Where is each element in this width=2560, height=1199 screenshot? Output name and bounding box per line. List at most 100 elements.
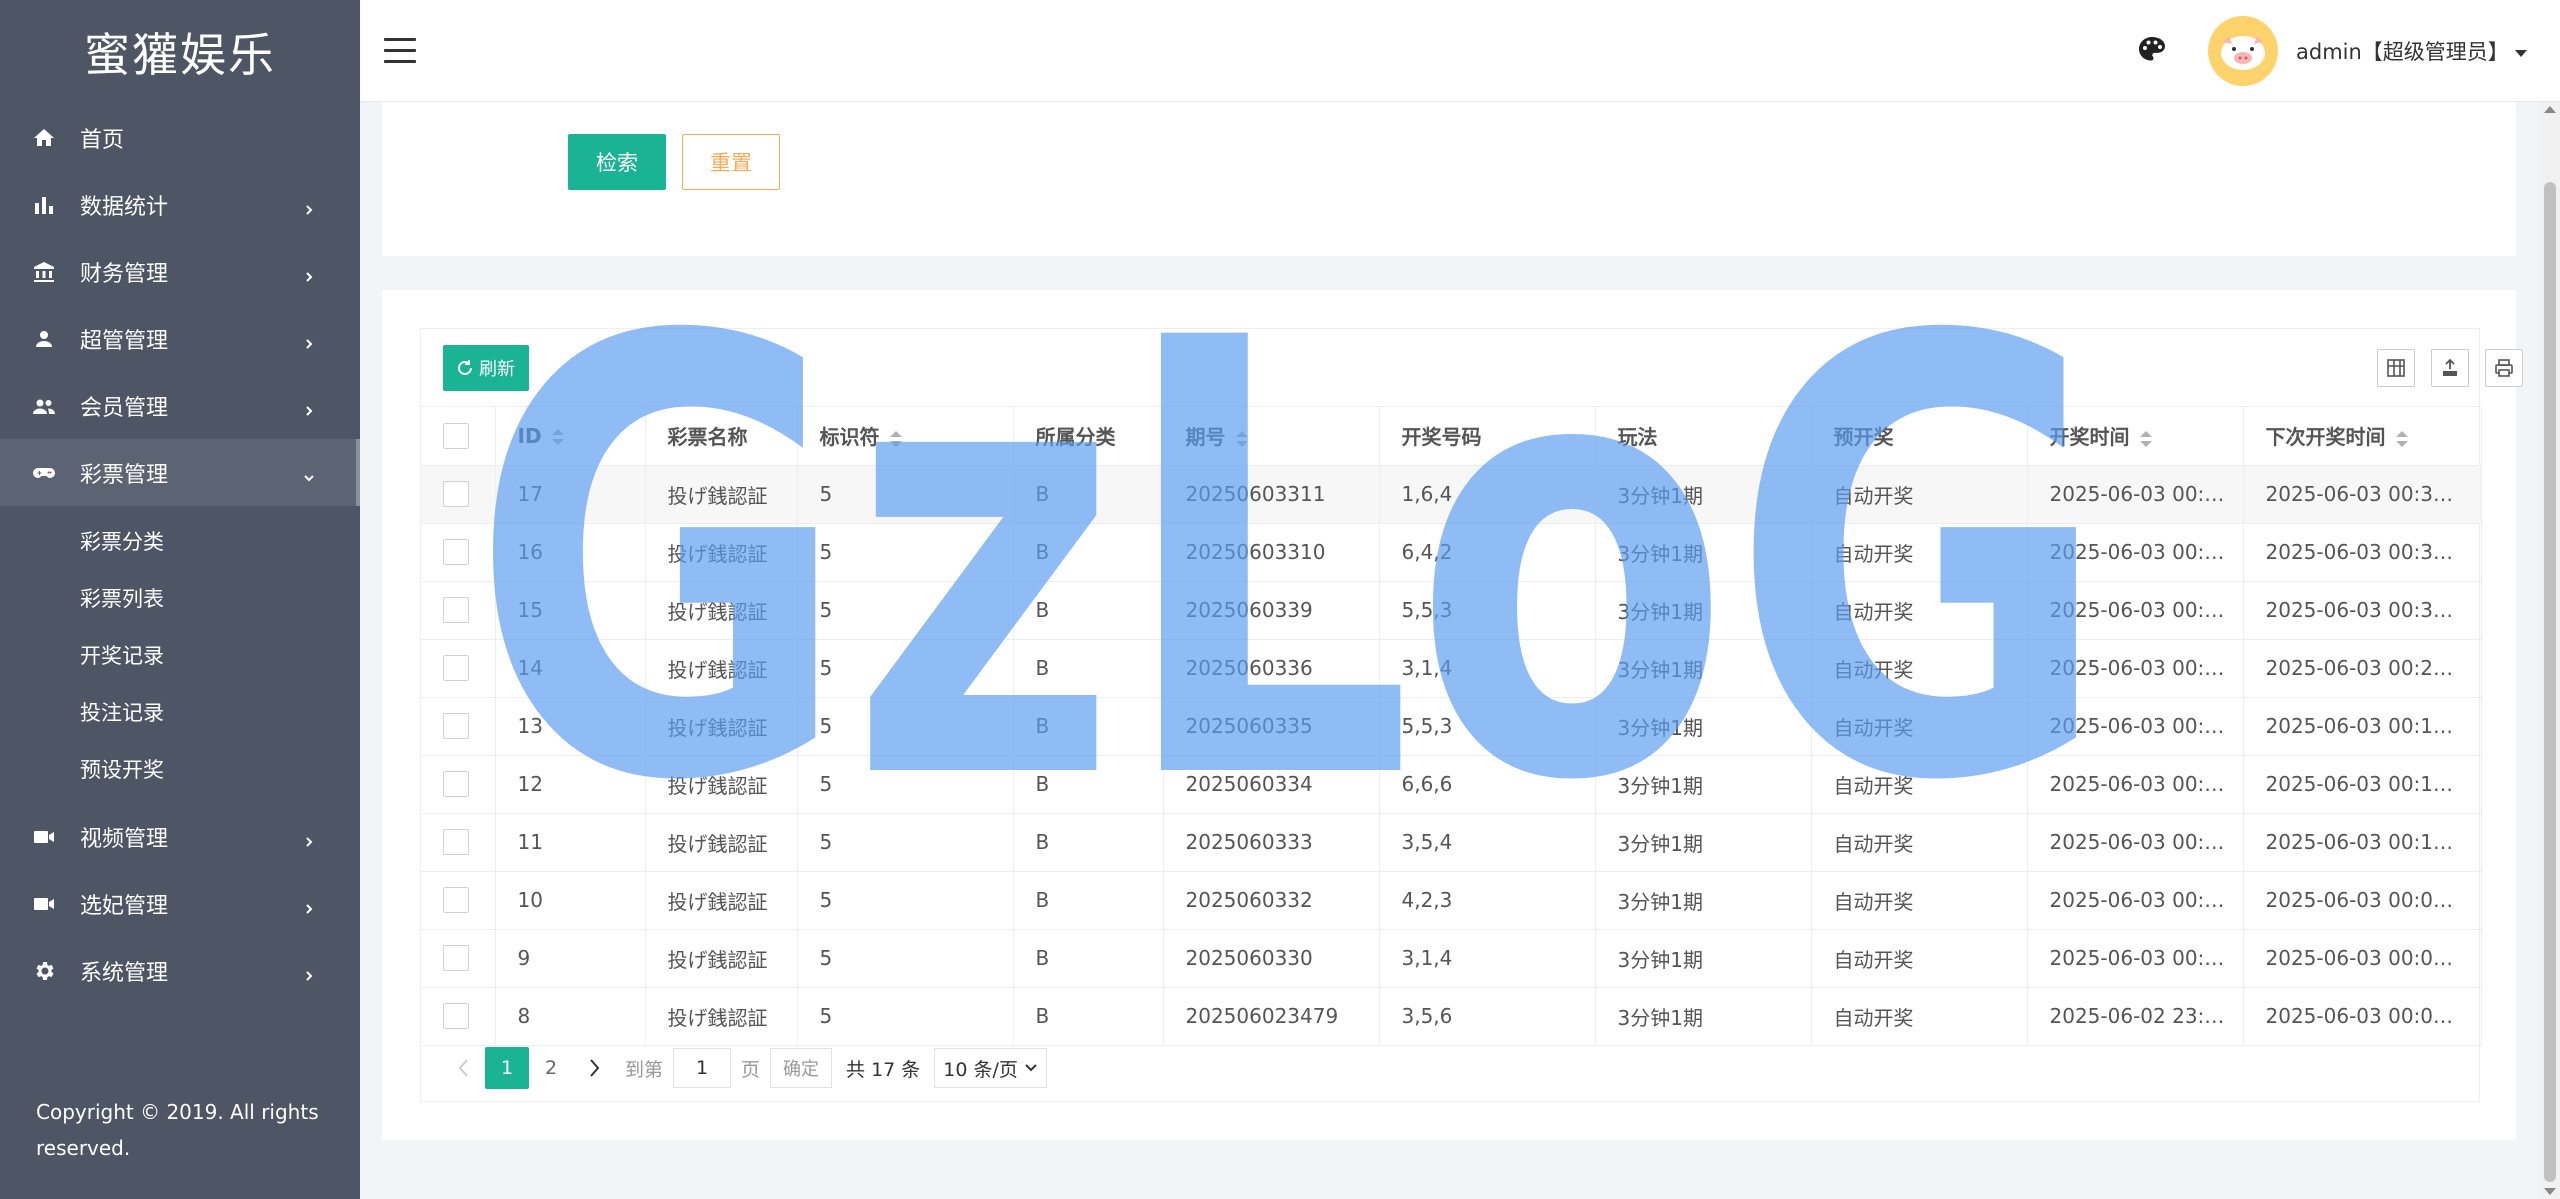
cell-numbers: 3,1,4	[1379, 639, 1596, 698]
column-header-numbers: 开奖号码	[1379, 407, 1596, 466]
sort-icon[interactable]	[551, 429, 564, 446]
row-checkbox[interactable]	[443, 887, 469, 914]
cell-name: 投げ銭認証	[645, 697, 798, 756]
sidebar-item-video[interactable]: 视频管理	[0, 803, 360, 870]
sidebar-item-finance[interactable]: 财务管理	[0, 238, 360, 305]
cell-numbers: 4,2,3	[1379, 871, 1596, 930]
palette-icon[interactable]	[2136, 34, 2168, 66]
page-unit-label: 页	[741, 1058, 761, 1081]
menu-toggle-icon[interactable]	[384, 38, 416, 64]
sidebar-item-label: 财务管理	[80, 261, 169, 287]
submenu-item-lottery-list[interactable]: 彩票列表	[0, 569, 360, 626]
column-filter-icon[interactable]	[2377, 349, 2415, 387]
submenu-item-preset-draw[interactable]: 预设开奖	[0, 740, 360, 797]
cell-id: 15	[495, 581, 646, 640]
select-all-checkbox[interactable]	[443, 423, 469, 449]
row-checkbox[interactable]	[443, 597, 469, 624]
sidebar-item-label: 视频管理	[80, 826, 169, 852]
avatar[interactable]	[2208, 16, 2278, 86]
cell-issue: 2025060332	[1163, 871, 1380, 930]
sidebar-item-selection[interactable]: 选妃管理	[0, 870, 360, 937]
cell-name: 投げ銭認証	[645, 639, 798, 698]
cell-category: B	[1013, 465, 1164, 524]
column-header-id[interactable]: ID	[495, 407, 646, 466]
column-header-draw-time[interactable]: 开奖时间	[2027, 407, 2244, 466]
sidebar-item-system[interactable]: 系统管理	[0, 937, 360, 1004]
caret-down-icon	[2514, 49, 2527, 57]
sort-icon[interactable]	[2395, 430, 2408, 447]
cell-draw-time: 2025-06-03 00:…	[2027, 523, 2244, 582]
table-row[interactable]: 10 投げ銭認証 5 B 2025060332 4,2,3 3分钟1期 自动开奖 2025-06…	[421, 871, 2482, 930]
column-header-issue[interactable]: 期号	[1163, 407, 1380, 466]
scroll-up-icon[interactable]	[2544, 106, 2556, 113]
export-icon[interactable]	[2431, 349, 2469, 387]
print-icon[interactable]	[2485, 349, 2523, 387]
cell-draw-time: 2025-06-03 00:…	[2027, 813, 2244, 872]
page-scrollbar[interactable]	[2540, 102, 2560, 1199]
refresh-button[interactable]: 刷新	[443, 345, 529, 391]
cell-preset: 自动开奖	[1811, 929, 2028, 988]
row-checkbox[interactable]	[443, 655, 469, 682]
prev-page-icon[interactable]	[443, 1047, 485, 1089]
bar-chart-icon	[32, 193, 56, 217]
sidebar-item-superadmin[interactable]: 超管管理	[0, 305, 360, 372]
refresh-label: 刷新	[479, 359, 515, 379]
copyright-text: Copyright © 2019. All rights reserved.	[36, 1100, 319, 1160]
cell-category: B	[1013, 755, 1164, 814]
page-jump-input[interactable]	[673, 1048, 732, 1088]
table-row[interactable]: 11 投げ銭認証 5 B 2025060333 3,5,4 3分钟1期 自动开奖 2025-06…	[421, 813, 2482, 872]
row-checkbox[interactable]	[443, 1003, 469, 1030]
cell-play: 3分钟1期	[1595, 639, 1812, 698]
table-row[interactable]: 17 投げ銭認証 5 B 20250603311 1,6,4 3分钟1期 自动开奖 2025-0…	[421, 465, 2482, 524]
user-name: admin【超级管理员】	[2296, 40, 2509, 64]
column-header-identifier[interactable]: 标识符	[797, 407, 1014, 466]
row-select-cell	[421, 755, 496, 814]
submenu-item-draw-records[interactable]: 开奖记录	[0, 626, 360, 683]
row-checkbox[interactable]	[443, 713, 469, 740]
sort-icon[interactable]	[889, 430, 902, 447]
table-row[interactable]: 13 投げ銭認証 5 B 2025060335 5,5,3 3分钟1期 自动开奖 2025-06…	[421, 697, 2482, 756]
cell-numbers: 5,5,3	[1379, 697, 1596, 756]
column-header-next-draw-time[interactable]: 下次开奖时间	[2243, 407, 2482, 466]
table-row[interactable]: 15 投げ銭認証 5 B 2025060339 5,5,3 3分钟1期 自动开奖 2025-06…	[421, 581, 2482, 640]
sidebar-item-home[interactable]: 首页	[0, 104, 360, 171]
row-checkbox[interactable]	[443, 539, 469, 566]
row-checkbox[interactable]	[443, 945, 469, 972]
page-number[interactable]: 2	[529, 1047, 573, 1089]
cell-id: 16	[495, 523, 646, 582]
table-row[interactable]: 16 投げ銭認証 5 B 20250603310 6,4,2 3分钟1期 自动开奖 2025-0…	[421, 523, 2482, 582]
sidebar-item-label: 数据统计	[80, 194, 169, 220]
sidebar-item-lottery[interactable]: 彩票管理	[0, 439, 360, 506]
confirm-jump-button[interactable]: 确定	[770, 1048, 833, 1088]
submenu-item-bet-records[interactable]: 投注记录	[0, 683, 360, 740]
page-size-select[interactable]: 10 条/页	[934, 1048, 1047, 1088]
page-number-current[interactable]: 1	[485, 1047, 529, 1089]
user-menu[interactable]: admin【超级管理员】	[2296, 36, 2527, 66]
table-row[interactable]: 9 投げ銭認証 5 B 2025060330 3,1,4 3分钟1期 自动开奖 2025-06-…	[421, 929, 2482, 988]
sidebar-item-members[interactable]: 会员管理	[0, 372, 360, 439]
row-checkbox[interactable]	[443, 481, 469, 508]
cell-preset: 自动开奖	[1811, 813, 2028, 872]
scroll-down-icon[interactable]	[2544, 1188, 2556, 1195]
chevron-right-icon	[302, 964, 316, 981]
next-page-icon[interactable]	[573, 1047, 615, 1089]
table-body: 17 投げ銭認証 5 B 20250603311 1,6,4 3分钟1期 自动开奖 2025-0…	[421, 465, 2482, 1046]
cell-numbers: 1,6,4	[1379, 465, 1596, 524]
cell-issue: 20250603311	[1163, 465, 1380, 524]
scrollbar-thumb[interactable]	[2544, 182, 2556, 1182]
table-row[interactable]: 12 投げ銭認証 5 B 2025060334 6,6,6 3分钟1期 自动开奖 2025-06…	[421, 755, 2482, 814]
row-checkbox[interactable]	[443, 771, 469, 798]
column-header-preset: 预开奖	[1811, 407, 2028, 466]
row-checkbox[interactable]	[443, 829, 469, 856]
gamepad-icon	[32, 461, 56, 485]
table-row[interactable]: 14 投げ銭認証 5 B 2025060336 3,1,4 3分钟1期 自动开奖 2025-06…	[421, 639, 2482, 698]
submenu-item-lottery-category[interactable]: 彩票分类	[0, 512, 360, 569]
sidebar-item-statistics[interactable]: 数据统计	[0, 171, 360, 238]
cell-id: 12	[495, 755, 646, 814]
search-button[interactable]: 检索	[568, 134, 666, 190]
sort-icon[interactable]	[2139, 430, 2152, 447]
reset-button[interactable]: 重置	[682, 134, 780, 190]
cell-identifier: 5	[797, 639, 1014, 698]
table-row[interactable]: 8 投げ銭認証 5 B 202506023479 3,5,6 3分钟1期 自动开奖 2025-0…	[421, 987, 2482, 1046]
sort-icon[interactable]	[1235, 430, 1248, 447]
